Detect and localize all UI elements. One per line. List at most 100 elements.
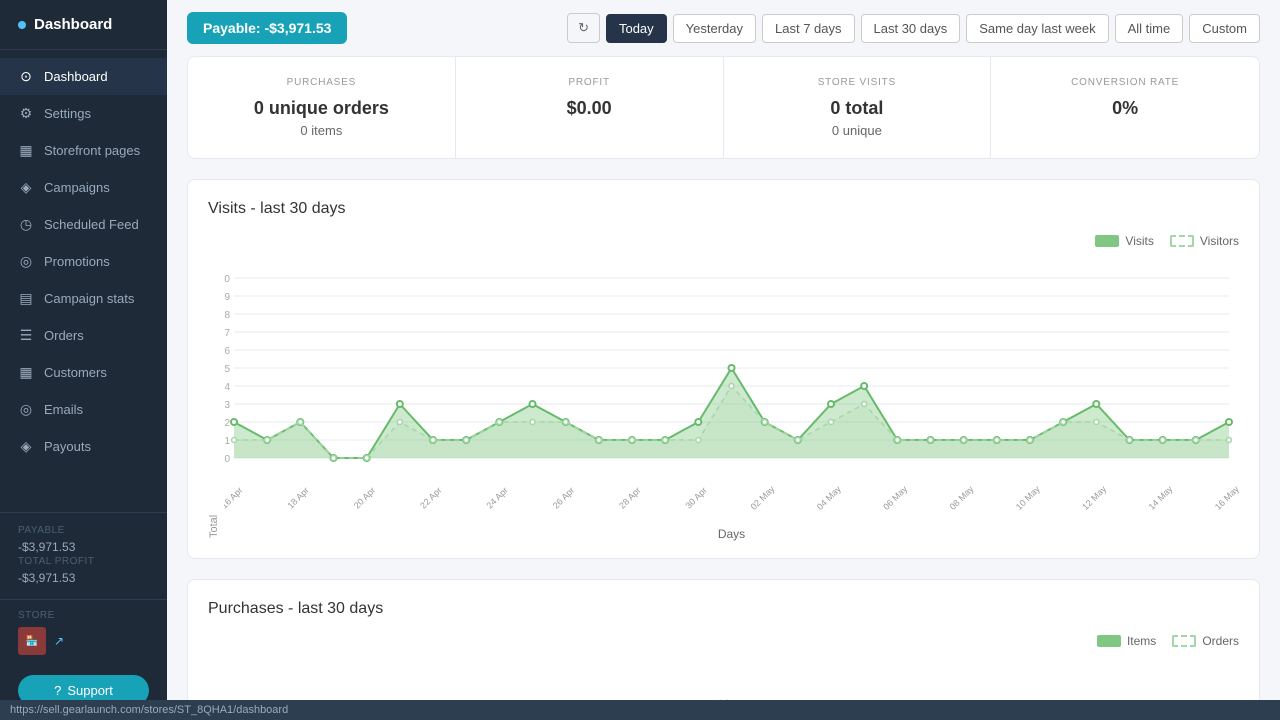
svg-text:24 Apr: 24 Apr <box>484 485 509 510</box>
sidebar-footer: PAYABLE -$3,971.53 TOTAL PROFIT -$3,971.… <box>0 512 167 599</box>
sidebar: Dashboard ⊙Dashboard⚙Settings▦Storefront… <box>0 0 167 720</box>
visits-chart-svg: 01234567891016 Apr18 Apr20 Apr22 Apr24 A… <box>224 258 1239 518</box>
purchases-legend-solid-icon <box>1097 635 1121 647</box>
sidebar-item-label: Settings <box>44 106 91 121</box>
stat-card-purchases: PURCHASES 0 unique orders 0 items <box>188 57 456 158</box>
stat-card-store-visits: STORE VISITS 0 total 0 unique <box>724 57 992 158</box>
stat-main-conversion: 0% <box>1011 98 1239 119</box>
visits-y-axis-label: Total <box>208 258 220 538</box>
filter-last7[interactable]: Last 7 days <box>762 14 855 43</box>
purchases-chart-legend: Items Orders <box>208 634 1239 648</box>
purchases-legend-orders: Orders <box>1172 634 1239 648</box>
legend-dashed-icon <box>1170 235 1194 247</box>
svg-text:9: 9 <box>224 292 230 303</box>
svg-text:10 May: 10 May <box>1014 484 1042 512</box>
total-profit-label: TOTAL PROFIT <box>18 556 149 567</box>
payable-label: PAYABLE <box>18 525 149 536</box>
status-bar: https://sell.gearlaunch.com/stores/ST_8Q… <box>0 700 1280 720</box>
visits-legend-visits: Visits <box>1095 234 1153 248</box>
scheduled-feed-icon: ◷ <box>18 216 34 233</box>
filter-today[interactable]: Today <box>606 14 667 43</box>
campaign-stats-icon: ▤ <box>18 290 34 307</box>
svg-text:22 Apr: 22 Apr <box>418 485 443 510</box>
payouts-icon: ◈ <box>18 438 34 455</box>
sidebar-item-campaigns[interactable]: ◈Campaigns <box>0 169 167 206</box>
sidebar-item-label: Scheduled Feed <box>44 217 139 232</box>
sidebar-item-label: Campaigns <box>44 180 110 195</box>
sidebar-item-scheduled-feed[interactable]: ◷ Scheduled Feed <box>0 206 167 243</box>
sidebar-item-emails[interactable]: ◎Emails <box>0 391 167 428</box>
svg-text:04 May: 04 May <box>815 484 843 512</box>
purchases-legend-items: Items <box>1097 634 1156 648</box>
svg-text:28 Apr: 28 Apr <box>617 485 642 510</box>
sidebar-item-settings[interactable]: ⚙Settings <box>0 95 167 132</box>
refresh-button[interactable]: ↻ <box>567 13 600 43</box>
customers-icon: ▦ <box>18 364 34 381</box>
filter-all-time[interactable]: All time <box>1115 14 1184 43</box>
sidebar-item-orders[interactable]: ☰Orders <box>0 317 167 354</box>
emails-icon: ◎ <box>18 401 34 418</box>
main-content: Payable: -$3,971.53 ↻ TodayYesterdayLast… <box>167 0 1280 720</box>
store-section: STORE 🏪 ↗ <box>0 599 167 665</box>
sidebar-item-dashboard[interactable]: ⊙ Dashboard <box>0 58 167 95</box>
promotions-icon: ◎ <box>18 253 34 270</box>
store-thumbnail: 🏪 <box>18 627 46 655</box>
stats-cards: PURCHASES 0 unique orders 0 items PROFIT… <box>187 56 1260 159</box>
visits-chart-legend: Visits Visitors <box>208 234 1239 248</box>
filter-custom[interactable]: Custom <box>1189 14 1260 43</box>
status-url: https://sell.gearlaunch.com/stores/ST_8Q… <box>10 704 288 716</box>
total-profit-value: -$3,971.53 <box>18 571 149 585</box>
visits-legend-solid-label: Visits <box>1125 234 1153 248</box>
dashboard-icon: ⊙ <box>18 68 34 85</box>
svg-text:26 Apr: 26 Apr <box>551 485 576 510</box>
sidebar-item-promotions[interactable]: ◎ Promotions <box>0 243 167 280</box>
svg-text:16 Apr: 16 Apr <box>224 485 245 510</box>
svg-text:20 Apr: 20 Apr <box>352 485 377 510</box>
filter-yesterday[interactable]: Yesterday <box>673 14 756 43</box>
svg-text:06 May: 06 May <box>881 484 909 512</box>
sidebar-item-payouts[interactable]: ◈ Payouts <box>0 428 167 465</box>
stat-label-profit: PROFIT <box>476 77 703 88</box>
visits-chart-inner: 01234567891016 Apr18 Apr20 Apr22 Apr24 A… <box>224 258 1239 538</box>
storefront-icon: ▦ <box>18 142 34 159</box>
sidebar-item-label: Promotions <box>44 254 110 269</box>
svg-text:12 May: 12 May <box>1080 484 1108 512</box>
svg-text:7: 7 <box>224 328 230 339</box>
svg-text:1: 1 <box>224 436 230 447</box>
svg-text:02 May: 02 May <box>749 484 777 512</box>
sidebar-item-label: Dashboard <box>44 69 108 84</box>
legend-solid-icon <box>1095 235 1119 247</box>
logo-dot <box>18 21 26 29</box>
sidebar-item-label: Payouts <box>44 439 91 454</box>
svg-text:08 May: 08 May <box>948 484 976 512</box>
payable-value: -$3,971.53 <box>18 540 149 554</box>
visits-legend-dashed-label: Visitors <box>1200 234 1239 248</box>
stat-main-store-visits: 0 total <box>744 98 971 119</box>
svg-text:0: 0 <box>224 454 230 465</box>
sidebar-item-label: Storefront pages <box>44 143 140 158</box>
filter-same-day[interactable]: Same day last week <box>966 14 1108 43</box>
svg-text:4: 4 <box>224 382 230 393</box>
svg-text:6: 6 <box>224 346 230 357</box>
stat-main-profit: $0.00 <box>476 98 703 119</box>
support-label: Support <box>67 683 113 698</box>
stat-card-conversion: CONVERSION RATE 0% <box>991 57 1259 158</box>
svg-text:16 May: 16 May <box>1213 484 1239 512</box>
filter-last30[interactable]: Last 30 days <box>861 14 961 43</box>
stat-sub-purchases: 0 items <box>208 123 435 138</box>
visits-x-axis-label: Days <box>224 527 1239 541</box>
sidebar-item-customers[interactable]: ▦ Customers <box>0 354 167 391</box>
store-row: 🏪 ↗ <box>18 627 149 655</box>
sidebar-item-campaign-stats[interactable]: ▤Campaign stats <box>0 280 167 317</box>
store-link[interactable]: ↗ <box>54 634 64 648</box>
sidebar-item-storefront[interactable]: ▦ Storefront pages <box>0 132 167 169</box>
purchases-legend-solid-label: Items <box>1127 634 1156 648</box>
sidebar-item-label: Customers <box>44 365 107 380</box>
payable-badge: Payable: -$3,971.53 <box>187 12 347 44</box>
purchases-chart-section: Purchases - last 30 days Items Orders 10 <box>187 579 1260 720</box>
visits-chart-container: Total 01234567891016 Apr18 Apr20 Apr22 A… <box>208 258 1239 538</box>
svg-text:30 Apr: 30 Apr <box>683 485 708 510</box>
sidebar-navigation: ⊙Dashboard⚙Settings▦Storefront pages◈Cam… <box>0 50 167 512</box>
stat-card-profit: PROFIT $0.00 <box>456 57 724 158</box>
sidebar-item-label: Orders <box>44 328 84 343</box>
